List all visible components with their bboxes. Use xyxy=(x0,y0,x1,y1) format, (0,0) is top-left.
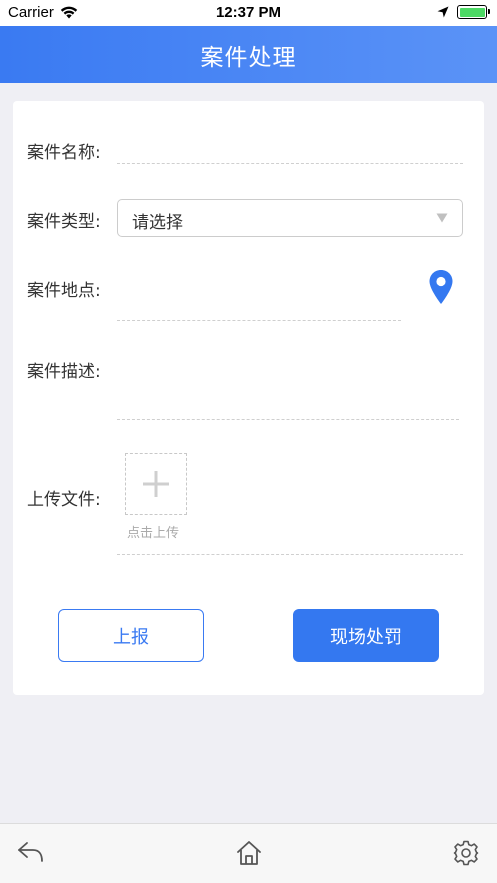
status-bar: Carrier 12:37 PM xyxy=(0,0,497,26)
status-right xyxy=(437,5,490,19)
nav-bar: 案件处理 xyxy=(0,26,497,83)
battery-fill xyxy=(459,7,485,17)
plus-icon xyxy=(143,471,169,497)
case-description-input[interactable] xyxy=(117,419,459,420)
on-site-penalty-button[interactable]: 现场处罚 xyxy=(293,609,439,662)
back-icon[interactable] xyxy=(17,840,45,864)
home-icon[interactable] xyxy=(236,840,262,866)
case-form-card: 案件名称: 案件类型: 请选择 案件地点: 案件描述: 上传文件: 点击上传 上… xyxy=(13,101,484,695)
upload-divider xyxy=(117,554,463,555)
settings-icon[interactable] xyxy=(453,840,479,866)
bottom-tab-bar xyxy=(0,823,497,883)
battery-tip xyxy=(488,9,490,14)
case-type-select[interactable]: 请选择 xyxy=(117,199,463,237)
case-location-input[interactable] xyxy=(117,320,401,321)
page-title: 案件处理 xyxy=(200,44,297,71)
upload-hint: 点击上传 xyxy=(127,526,180,541)
map-pin-icon[interactable] xyxy=(428,269,454,305)
upload-button[interactable] xyxy=(125,453,187,515)
case-name-label: 案件名称: xyxy=(27,143,101,163)
case-name-input[interactable] xyxy=(117,163,463,164)
location-arrow-icon xyxy=(437,6,449,18)
battery-indicator xyxy=(457,5,490,19)
on-site-penalty-button-label: 现场处罚 xyxy=(330,626,402,648)
case-type-value: 请选择 xyxy=(132,213,183,233)
case-description-label: 案件描述: xyxy=(27,362,101,382)
case-location-label: 案件地点: xyxy=(27,281,101,301)
report-button-label: 上报 xyxy=(113,626,149,648)
upload-label: 上传文件: xyxy=(27,490,101,510)
triangle-down-icon xyxy=(436,213,448,223)
case-type-label: 案件类型: xyxy=(27,212,101,232)
status-time: 12:37 PM xyxy=(215,4,282,21)
report-button[interactable]: 上报 xyxy=(58,609,204,662)
